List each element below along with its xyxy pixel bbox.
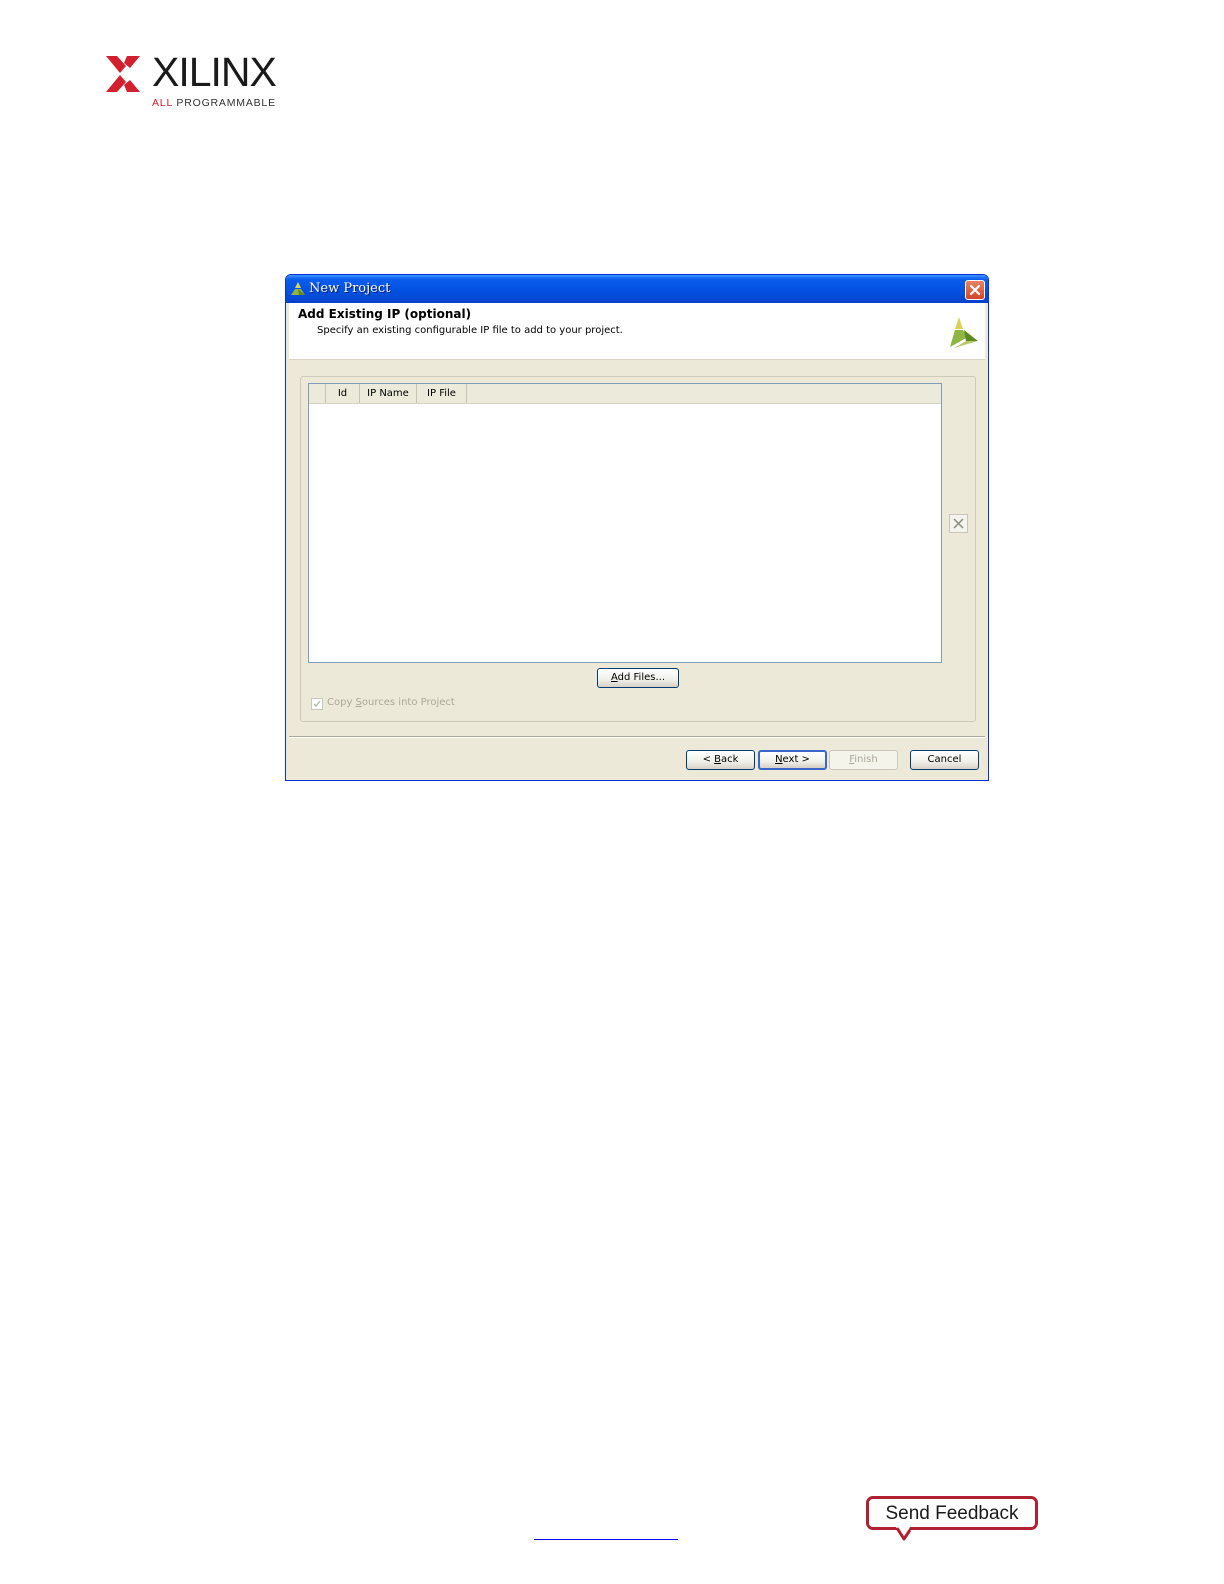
next-button[interactable]: Next > <box>758 750 827 770</box>
logo-tagline-all: ALL <box>152 97 173 109</box>
copy-sources-label: Copy Sources into Project <box>327 697 455 708</box>
checkmark-icon <box>313 700 321 708</box>
column-header-ip-file[interactable]: IP File <box>417 384 467 403</box>
vivado-logo-icon <box>946 315 980 353</box>
xilinx-logo: XILINX ALL PROGRAMMABLE <box>106 49 286 114</box>
back-mnemonic: B <box>714 754 721 765</box>
add-files-button[interactable]: Add Files... <box>597 668 679 688</box>
close-icon <box>969 284 981 296</box>
table-header: Id IP Name IP File <box>309 384 941 404</box>
next-mnemonic: N <box>775 754 783 765</box>
finish-button[interactable]: Finish <box>829 750 898 770</box>
page-footer-link[interactable] <box>534 1539 678 1541</box>
vivado-app-icon <box>290 281 306 301</box>
copy-sources-label-post: ources into Project <box>361 697 455 708</box>
cancel-button[interactable]: Cancel <box>910 750 979 770</box>
remove-button[interactable] <box>949 514 968 533</box>
add-files-label: dd Files... <box>617 672 666 683</box>
send-feedback-label: Send Feedback <box>885 1503 1019 1524</box>
back-label-post: ack <box>721 754 739 765</box>
logo-wordmark: XILINX <box>152 49 277 95</box>
footer-divider <box>289 736 985 738</box>
send-feedback-button[interactable]: Send Feedback <box>866 1496 1038 1530</box>
wizard-header: Add Existing IP (optional) Specify an ex… <box>289 303 985 360</box>
logo-tagline: ALL PROGRAMMABLE <box>152 97 276 109</box>
add-files-mnemonic: A <box>610 672 618 683</box>
column-header-select[interactable] <box>309 384 326 403</box>
title-bar[interactable]: New Project <box>286 275 988 303</box>
column-header-ip-name[interactable]: IP Name <box>360 384 417 403</box>
copy-sources-checkbox[interactable] <box>311 698 323 710</box>
xilinx-mark-icon <box>106 56 140 92</box>
page-description: Specify an existing configurable IP file… <box>317 325 623 336</box>
logo-tagline-rest: PROGRAMMABLE <box>176 97 276 109</box>
back-button[interactable]: < Back <box>686 750 755 770</box>
finish-label-post: inish <box>854 754 878 765</box>
ip-table[interactable]: Id IP Name IP File <box>308 383 942 663</box>
page-title: Add Existing IP (optional) <box>298 307 472 321</box>
copy-sources-label-pre: Copy <box>327 697 356 708</box>
back-label-pre: < <box>702 754 715 765</box>
content-panel: Id IP Name IP File Add Files... Copy Sou… <box>300 376 976 722</box>
speech-tail-icon <box>896 1527 912 1541</box>
new-project-dialog: New Project Add Existing IP (optional) S… <box>285 274 989 781</box>
column-header-id[interactable]: Id <box>326 384 360 403</box>
remove-icon <box>953 518 964 529</box>
dialog-title: New Project <box>309 281 391 296</box>
close-button[interactable] <box>965 280 985 300</box>
next-label-post: ext > <box>782 754 810 765</box>
